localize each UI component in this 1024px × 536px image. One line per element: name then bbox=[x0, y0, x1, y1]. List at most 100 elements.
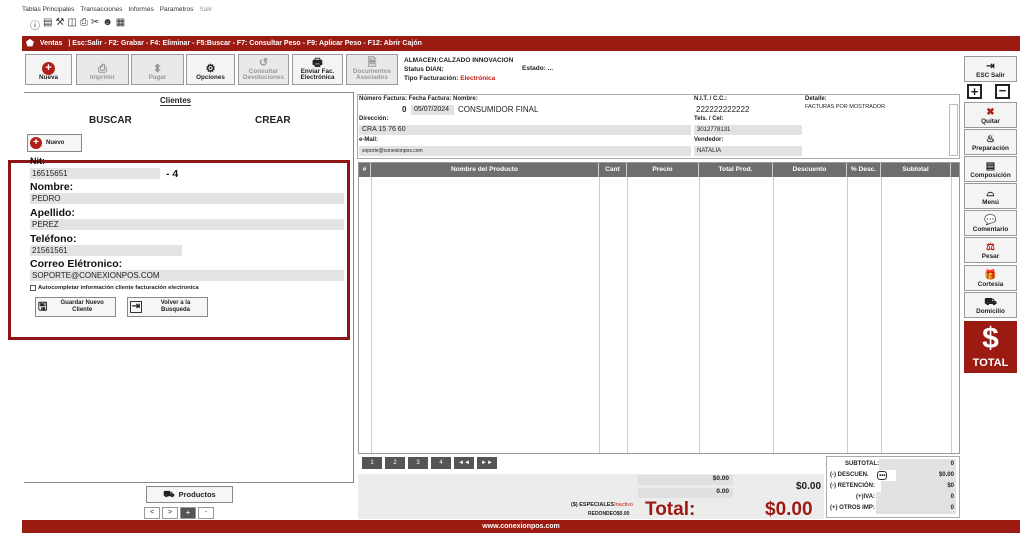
direccion-label: Dirección: bbox=[359, 116, 389, 122]
telefono-input[interactable]: 21561561 bbox=[30, 245, 182, 256]
save-icon: 🖫 bbox=[38, 300, 48, 313]
plus-icon: + bbox=[30, 137, 42, 149]
nit-input[interactable]: 16515651 bbox=[30, 168, 160, 179]
col-nombre: Nombre del Producto bbox=[371, 163, 599, 177]
pesar-button[interactable]: ⚖ Pesar bbox=[964, 237, 1017, 263]
total-prod-sum: $0.00 bbox=[638, 475, 733, 485]
cube-icon[interactable]: ◫ bbox=[67, 17, 76, 32]
subtotal-label: SUBTOTAL: bbox=[845, 461, 880, 467]
productos-button[interactable]: ⛟ Productos bbox=[146, 486, 233, 503]
domicilio-button[interactable]: ⛟ Domicilio bbox=[964, 292, 1017, 318]
preparacion-button[interactable]: ♨ Preparación bbox=[964, 129, 1017, 155]
apellido-input[interactable]: PEREZ bbox=[30, 219, 344, 230]
left-panel-right-border bbox=[353, 92, 354, 482]
autocompletar-checkbox[interactable] bbox=[30, 285, 36, 291]
remove-button[interactable]: - bbox=[198, 507, 214, 519]
estado-value: ... bbox=[547, 65, 554, 72]
iva-label: (+)IVA: bbox=[856, 494, 876, 500]
more-options-icon[interactable]: ••• bbox=[877, 471, 888, 480]
menu-button[interactable]: ⌓ Menú bbox=[964, 183, 1017, 209]
menu-salir[interactable]: Salir bbox=[199, 6, 212, 16]
tipo-facturacion-label: Tipo Facturación: bbox=[404, 75, 459, 82]
scale-icon: ⚖ bbox=[986, 242, 995, 253]
col-pct-desc: % Desc. bbox=[847, 163, 881, 177]
app-logo-icon: ⬟ bbox=[26, 38, 34, 48]
cortesia-button[interactable]: 🎁 Cortesia bbox=[964, 265, 1017, 291]
page-1-button[interactable]: 1 bbox=[362, 457, 382, 469]
correo-input[interactable]: SOPORTE@CONEXIONPOS.COM bbox=[30, 270, 344, 281]
add-button[interactable]: + bbox=[180, 507, 196, 519]
tools-icon[interactable]: ⚒ bbox=[55, 17, 64, 32]
page-2-button[interactable]: 2 bbox=[385, 457, 405, 469]
factura-header-labels: Número Factura: Fecha Factura: Nombre: bbox=[359, 96, 478, 102]
scissors-icon[interactable]: ✂ bbox=[91, 17, 99, 32]
productos-grid[interactable]: # Nombre del Producto Cant Precio Total … bbox=[358, 162, 960, 454]
detalle-textarea[interactable]: FACTURAS POR MOSTRADOR bbox=[805, 104, 945, 156]
module-title: Ventas bbox=[39, 40, 63, 47]
otros-value: 0 bbox=[876, 503, 956, 514]
numero-factura: 0 bbox=[402, 105, 407, 114]
comentario-button[interactable]: 💬 Comentario bbox=[964, 210, 1017, 236]
imprimir-button[interactable]: ⎙ Imprimir bbox=[76, 54, 129, 85]
book-icon[interactable]: ▤ bbox=[43, 17, 52, 32]
page-4-button[interactable]: 4 bbox=[431, 457, 451, 469]
documentos-asociados-button[interactable]: 🗎 Documentos Asociados bbox=[346, 54, 398, 85]
col-cant: Cant bbox=[599, 163, 627, 177]
user-icon[interactable]: ☻ bbox=[102, 17, 113, 32]
vendedor-input[interactable]: NATALIA bbox=[694, 146, 802, 156]
almacen-name: ALMACEN:CALZADO INNOVACION bbox=[404, 57, 514, 64]
menu-parametros[interactable]: Parametros bbox=[160, 6, 194, 16]
especiales-state: Inactivo bbox=[614, 502, 634, 508]
quitar-button[interactable]: ✖ Quitar bbox=[964, 102, 1017, 128]
opciones-button[interactable]: ⚙ Opciones bbox=[186, 54, 235, 85]
left-panel-top-border bbox=[24, 92, 354, 93]
title-bar: ⬟ Ventas | Esc:Salir - F2: Grabar - F4: … bbox=[22, 36, 1020, 51]
pagar-button[interactable]: ⬍ Pagar bbox=[131, 54, 184, 85]
telefono-label: Teléfono: bbox=[30, 233, 77, 245]
detalle-scrollbar[interactable] bbox=[949, 104, 958, 156]
total-label: Total: bbox=[645, 499, 696, 520]
page-3-button[interactable]: 3 bbox=[408, 457, 428, 469]
estado-field: Estado: ... bbox=[522, 65, 553, 72]
next-button[interactable]: > bbox=[162, 507, 178, 519]
menu-informes[interactable]: Informes bbox=[128, 6, 153, 16]
prev-button[interactable]: < bbox=[144, 507, 160, 519]
menu-transacciones[interactable]: Transacciones bbox=[80, 6, 122, 16]
buscar-tab[interactable]: BUSCAR bbox=[89, 115, 132, 126]
page-last-button[interactable]: ►► bbox=[477, 457, 497, 469]
direccion-input[interactable]: CRA 15 76 60 bbox=[359, 125, 691, 135]
almacen-info: ALMACEN:CALZADO INNOVACION Status DIAN: … bbox=[404, 56, 513, 83]
calculator-icon[interactable]: ▦ bbox=[116, 17, 125, 32]
zoom-in-icon[interactable]: + bbox=[967, 84, 982, 99]
detalle-label: Detalle: bbox=[805, 96, 827, 102]
shortcuts-text: | Esc:Salir - F2: Grabar - F4: Eliminar … bbox=[68, 40, 422, 47]
enviar-factura-electronica-button[interactable]: 🖶 Enviar Fac. Electrónica bbox=[292, 54, 343, 85]
composicion-button[interactable]: ▤ Composición bbox=[964, 156, 1017, 182]
nueva-button[interactable]: + Nueva bbox=[25, 54, 72, 85]
info-icon[interactable]: ⓘ bbox=[30, 17, 40, 32]
guardar-nuevo-cliente-button[interactable]: 🖫 Guardar Nuevo Cliente bbox=[35, 297, 116, 317]
fecha-factura-input[interactable]: 05/07/2024 bbox=[411, 105, 454, 115]
zoom-out-icon[interactable]: − bbox=[995, 84, 1010, 99]
grid-header: # Nombre del Producto Cant Precio Total … bbox=[359, 163, 959, 177]
menu-tablas[interactable]: Tablas Principales bbox=[22, 6, 74, 16]
tels-input[interactable]: 3012778131 bbox=[694, 125, 802, 135]
nuevo-cliente-button[interactable]: + Nuevo bbox=[27, 134, 82, 152]
crear-tab[interactable]: CREAR bbox=[255, 115, 291, 126]
nombre-label: Nombre: bbox=[30, 181, 74, 193]
retencion-label: (-) RETENCIÓN: bbox=[830, 483, 875, 489]
page-first-button[interactable]: ◄◄ bbox=[454, 457, 474, 469]
volver-busqueda-button[interactable]: ⇥ Volver a la Busqueda bbox=[127, 297, 208, 317]
consultar-devoluciones-button[interactable]: ↺ Consultar Devoluciones bbox=[238, 54, 289, 85]
total-button[interactable]: $ TOTAL bbox=[964, 321, 1017, 373]
email-input[interactable]: soporte@conexionpos.com bbox=[359, 146, 691, 156]
send-invoice-icon: 🖶 bbox=[312, 56, 323, 69]
clientes-title: Clientes bbox=[160, 96, 192, 106]
nit-dv: - 4 bbox=[166, 168, 179, 180]
footer-url: www.conexionpos.com bbox=[22, 520, 1020, 533]
printer-icon[interactable]: ⎙ bbox=[80, 17, 88, 32]
esc-salir-button[interactable]: ⇥ ESC Salir bbox=[964, 56, 1017, 82]
col-precio: Precio bbox=[627, 163, 699, 177]
nombre-input[interactable]: PEDRO bbox=[30, 193, 344, 204]
especiales-label: ($) ESPECIALES bbox=[571, 502, 615, 508]
